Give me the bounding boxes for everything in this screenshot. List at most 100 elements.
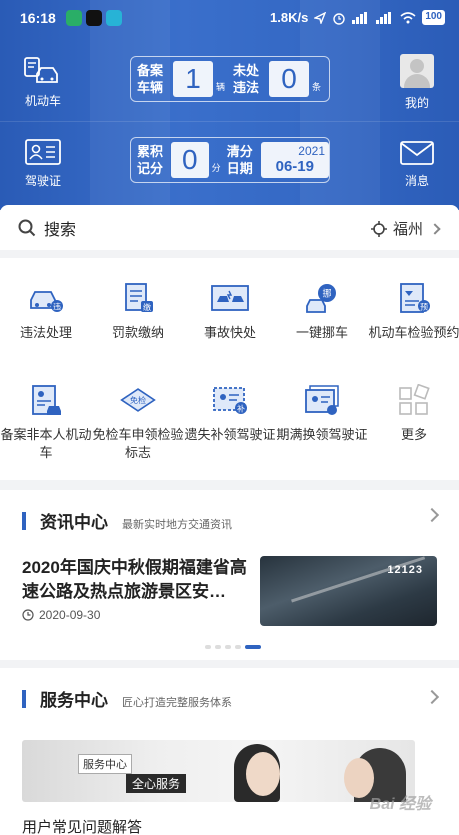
carousel-dot [225, 645, 231, 649]
move-badge-text: 挪 [322, 288, 331, 300]
license-button[interactable]: 驾驶证 [8, 138, 78, 189]
service-label: 备案非本人机动车 [0, 427, 92, 460]
news-subtitle: 最新实时地方交通资讯 [122, 519, 232, 531]
signal-icon [352, 11, 368, 24]
license-summary-panel[interactable]: 累积 记分 0 分 清分 日期 2021 06-19 [130, 137, 330, 183]
violations-label: 未处 违法 [233, 62, 269, 96]
grid-more-icon [394, 382, 434, 418]
service-accident[interactable]: 事故快处 [184, 280, 276, 342]
vehicle-button[interactable]: 机动车 [8, 56, 78, 109]
fine-badge-text: 缴 [143, 302, 151, 312]
service-center-title: 服务中心 [40, 691, 108, 710]
violations-count: 0 [269, 61, 310, 97]
mine-button[interactable]: 我的 [382, 54, 452, 111]
service-inspection-booking[interactable]: 预 机动车检验预约 [368, 280, 459, 342]
inspection-icon: 预 [394, 280, 434, 316]
carousel-dot [215, 645, 221, 649]
renew-icon [302, 382, 342, 418]
registered-unit: 辆 [216, 82, 226, 92]
accident-icon [210, 280, 250, 316]
service-center-header: 服务中心 匠心打造完整服务体系 [22, 686, 232, 711]
signal-icon-2 [376, 11, 392, 24]
mine-label: 我的 [404, 96, 429, 110]
news-section: 资讯中心 最新实时地方交通资讯 2020年国庆中秋假期福建省高速公路及热点旅游景… [0, 490, 459, 660]
news-headline[interactable]: 2020年国庆中秋假期福建省高速公路及热点旅游景区安… [22, 556, 252, 604]
license-label: 驾驶证 [24, 174, 61, 188]
points-label: 累积 记分 [137, 143, 171, 177]
news-image-tag: 12123 [387, 564, 423, 576]
news-image[interactable]: 12123 [260, 556, 437, 626]
service-label: 免检车申领检验标志 [92, 427, 184, 460]
clear-label-line2: 日期 [226, 161, 253, 176]
telegram-icon [106, 10, 122, 26]
violation-icon: 违 [26, 280, 66, 316]
city-selector[interactable]: 福州 [370, 218, 441, 239]
messages-label: 消息 [404, 174, 429, 188]
chevron-right-icon[interactable] [424, 689, 440, 705]
network-speed: 1.8K/s [270, 10, 309, 25]
search-icon [18, 219, 36, 236]
search-label: 搜索 [44, 221, 77, 239]
watermark: Bai 经验 [369, 796, 431, 813]
service-label: 事故快处 [203, 325, 256, 340]
exempt-badge-text: 免检 [130, 395, 146, 405]
status-time: 16:18 [20, 10, 56, 26]
registered-count: 1 [173, 61, 213, 97]
service-caption[interactable]: 用户常见问题解答 [22, 816, 142, 835]
service-more[interactable]: 更多 [368, 382, 459, 444]
clear-label-line1: 清分 [226, 144, 253, 159]
service-violation[interactable]: 违 违法处理 [0, 280, 92, 342]
news-header: 资讯中心 最新实时地方交通资讯 [22, 508, 232, 533]
service-center-subtitle: 匠心打造完整服务体系 [122, 697, 232, 709]
service-register-other-vehicle[interactable]: 备案非本人机动车 [0, 382, 92, 462]
alarm-icon [333, 12, 346, 25]
registered-label-line2: 车辆 [137, 80, 164, 95]
service-grid: 违 违法处理 缴 罚款缴纳 事故快处 挪 一键挪车 预 机动车检验预约 备案非本… [0, 258, 459, 480]
service-center-section: 服务中心 匠心打造完整服务体系 服务中心 全心服务 Bai 经验 用户常见问题解… [0, 668, 459, 835]
clear-date-label: 清分 日期 [227, 143, 261, 177]
car-icon [24, 57, 58, 83]
chevron-right-icon[interactable] [424, 507, 440, 523]
carousel-dot [205, 645, 211, 649]
messages-button[interactable]: 消息 [382, 140, 452, 189]
banner-tag-service-center: 服务中心 [78, 754, 132, 774]
violations-unit: 条 [312, 82, 322, 92]
service-exempt-sticker[interactable]: 免检 免检车申领检验标志 [92, 382, 184, 462]
inspect-badge-text: 预 [420, 302, 428, 312]
register-vehicle-icon [26, 382, 66, 418]
service-label: 一键挪车 [295, 325, 348, 340]
points-label-line2: 记分 [137, 161, 164, 176]
service-move-car[interactable]: 挪 一键挪车 [276, 280, 368, 342]
service-label: 更多 [400, 427, 427, 442]
clear-year: 2021 [298, 144, 325, 158]
battery-icon: 100 [422, 10, 445, 25]
service-reissue-license[interactable]: 补 遗失补领驾驶证 [184, 382, 276, 444]
news-date: 2020-09-30 [22, 608, 100, 622]
wechat-icon [66, 10, 82, 26]
service-banner[interactable]: 服务中心 全心服务 [22, 740, 415, 802]
reissue-badge-text: 补 [237, 404, 245, 414]
search-bar[interactable]: 搜索 福州 [0, 205, 459, 250]
city-label: 福州 [392, 221, 423, 238]
banner-person-face [246, 752, 280, 796]
clock-icon [22, 609, 34, 621]
move-car-icon: 挪 [302, 280, 342, 316]
news-title: 资讯中心 [40, 513, 108, 532]
vehicle-summary-panel[interactable]: 备案 车辆 1 辆 未处 违法 0 条 [130, 56, 330, 102]
tiktok-icon [86, 10, 102, 26]
exempt-icon: 免检 [118, 382, 158, 418]
service-fine-payment[interactable]: 缴 罚款缴纳 [92, 280, 184, 342]
header-divider [0, 121, 459, 122]
service-renew-license[interactable]: 期满换领驾驶证 [276, 382, 368, 444]
chevron-right-icon [429, 222, 441, 235]
license-icon [25, 139, 61, 165]
service-label: 罚款缴纳 [111, 325, 164, 340]
news-date-text: 2020-09-30 [39, 608, 101, 622]
fine-icon: 缴 [118, 280, 158, 316]
banner-tag-wholehearted: 全心服务 [126, 774, 187, 793]
service-label: 机动车检验预约 [368, 325, 459, 340]
section-accent-bar [22, 689, 26, 708]
locate-icon [370, 220, 387, 237]
points-label-line1: 累积 [137, 144, 164, 159]
points-unit: 分 [211, 163, 221, 173]
